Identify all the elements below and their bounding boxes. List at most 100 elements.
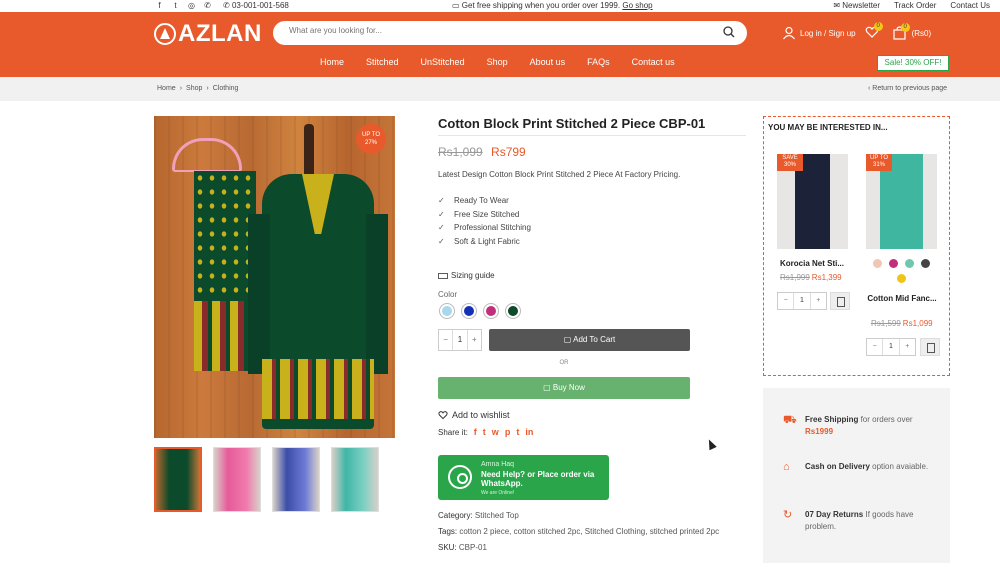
- share-tumblr-icon[interactable]: t: [516, 427, 519, 437]
- color-label: Color: [438, 290, 458, 299]
- save-badge: SAVE 30%: [777, 154, 803, 171]
- related-product-2-title[interactable]: Cotton Mid Fanc...: [859, 293, 945, 305]
- perk-free-shipping: ⛟ Free Shipping for orders over Rs1999: [783, 414, 913, 436]
- breadcrumb-bar: Home › Shop › Clothing ‹ Return to previou…: [0, 77, 1000, 101]
- wishlist-count-badge: 0: [873, 22, 883, 31]
- share-pinterest-icon[interactable]: p: [505, 427, 511, 437]
- go-shop-link[interactable]: Go shop: [622, 1, 652, 10]
- qty-value[interactable]: 1: [452, 330, 468, 350]
- sale-button[interactable]: Sale! 30% OFF!: [877, 55, 949, 71]
- social-links: f t ◎ ✆: [155, 1, 212, 10]
- breadcrumb-shop[interactable]: Shop: [186, 85, 202, 92]
- buy-now-button[interactable]: ▢ Buy Now: [438, 377, 690, 399]
- search-input[interactable]: [289, 26, 689, 35]
- shipping-notice: ▭ Get free shipping when you order over …: [452, 1, 653, 10]
- bag-icon: ▢: [563, 335, 574, 344]
- share-facebook-icon[interactable]: f: [474, 427, 477, 437]
- product-tags: Tags: cotton 2 piece, cotton stitched 2p…: [438, 527, 720, 536]
- search-icon[interactable]: [723, 26, 735, 38]
- qty-minus-button[interactable]: −: [867, 339, 882, 355]
- related-1-quantity-stepper: − 1 +: [777, 292, 827, 310]
- nav-about[interactable]: About us: [530, 57, 566, 67]
- color-swatch-magenta[interactable]: [484, 304, 498, 318]
- whatsapp-help-button[interactable]: Amna Haq Need Help? or Place order via W…: [438, 455, 609, 500]
- perk-cash-on-delivery: ⌂ Cash on Delivery option avaiable.: [783, 461, 929, 473]
- nav-stitched[interactable]: Stitched: [366, 57, 399, 67]
- whatsapp-message: Need Help? or Place order via WhatsApp.: [481, 470, 595, 488]
- wishlist-button[interactable]: 0: [865, 22, 883, 41]
- product-title: Cotton Block Print Stitched 2 Piece CBP-…: [438, 116, 706, 131]
- qty-minus-button[interactable]: −: [778, 293, 793, 309]
- add-to-wishlist-link[interactable]: Add to wishlist: [438, 410, 510, 420]
- qty-plus-button[interactable]: +: [900, 339, 915, 355]
- product-price: Rs1,099 Rs799: [438, 145, 526, 159]
- ruler-icon: [438, 272, 448, 279]
- related-2-swatch-yellow[interactable]: [897, 274, 906, 283]
- related-1-add-cart-icon[interactable]: [830, 292, 850, 310]
- related-product-1-title[interactable]: Korocia Net Sti...: [769, 259, 855, 268]
- cart-total: (Rs0): [911, 28, 932, 38]
- add-to-cart-button[interactable]: ▢ Add To Cart: [489, 329, 690, 351]
- newsletter-link[interactable]: ✉ Newsletter: [833, 1, 880, 10]
- qty-plus-button[interactable]: +: [811, 293, 826, 309]
- feature-item: ✓ Free Size Stitched: [438, 209, 520, 219]
- color-swatch-green[interactable]: [506, 304, 520, 318]
- quantity-stepper: − 1 +: [438, 329, 482, 351]
- thumbnail-4[interactable]: [331, 447, 379, 512]
- tags-links[interactable]: cotton 2 piece, cotton stitched 2pc, Sti…: [459, 527, 719, 536]
- category-link[interactable]: Stitched Top: [475, 511, 519, 520]
- header-actions: Log in / Sign up 0 0 (Rs0): [782, 22, 932, 41]
- breadcrumb-home[interactable]: Home: [157, 85, 176, 92]
- related-2-swatch-magenta[interactable]: [889, 259, 898, 268]
- related-2-swatch-dark[interactable]: [921, 259, 930, 268]
- share-twitter-icon[interactable]: t: [483, 427, 486, 437]
- heart-icon: [438, 411, 448, 420]
- nav-contact[interactable]: Contact us: [632, 57, 675, 67]
- share-row: Share it: f t w p t in: [438, 427, 534, 437]
- check-icon: ✓: [438, 236, 445, 246]
- sale-price: Rs799: [491, 145, 526, 159]
- product-sku: SKU: CBP-01: [438, 543, 487, 552]
- related-2-swatch-teal[interactable]: [905, 259, 914, 268]
- breadcrumb-clothing[interactable]: Clothing: [213, 85, 239, 92]
- user-icon: [783, 26, 795, 40]
- qty-minus-button[interactable]: −: [439, 330, 452, 350]
- twitter-icon[interactable]: t: [171, 1, 180, 10]
- return-link[interactable]: ‹ Return to previous page: [868, 85, 947, 92]
- whatsapp-agent: Amna Haq: [481, 461, 515, 468]
- share-linkedin-icon[interactable]: in: [525, 427, 533, 437]
- color-swatch-blue[interactable]: [462, 304, 476, 318]
- facebook-icon[interactable]: f: [155, 1, 164, 10]
- nav-faqs[interactable]: FAQs: [587, 57, 610, 67]
- nav-shop[interactable]: Shop: [487, 57, 508, 67]
- breadcrumb: Home › Shop › Clothing: [157, 85, 239, 92]
- instagram-icon[interactable]: ◎: [187, 1, 196, 10]
- thumbnail-1[interactable]: [154, 447, 202, 512]
- check-icon: ✓: [438, 196, 445, 206]
- sizing-guide-link[interactable]: Sizing guide: [438, 271, 495, 280]
- related-2-add-cart-icon[interactable]: [920, 338, 940, 356]
- contact-us-link[interactable]: Contact Us: [950, 1, 990, 10]
- color-swatch-light-blue[interactable]: [440, 304, 454, 318]
- whatsapp-icon[interactable]: ✆: [203, 1, 212, 10]
- qty-plus-button[interactable]: +: [468, 330, 481, 350]
- check-icon: ✓: [438, 209, 445, 219]
- track-order-link[interactable]: Track Order: [894, 1, 936, 10]
- whatsapp-status: We are Online!: [481, 490, 515, 496]
- product-main-image[interactable]: [154, 116, 395, 438]
- product-category: Category: Stitched Top: [438, 511, 519, 520]
- logo[interactable]: AZLAN: [154, 20, 262, 48]
- related-2-swatch-peach[interactable]: [873, 259, 882, 268]
- product-thumbnails: [154, 447, 379, 512]
- login-link[interactable]: Log in / Sign up: [782, 26, 856, 40]
- thumbnail-3[interactable]: [272, 447, 320, 512]
- bag-icon: ▢: [543, 383, 553, 392]
- whatsapp-icon: [448, 465, 472, 489]
- nav-unstitched[interactable]: UnStitched: [421, 57, 465, 67]
- nav-home[interactable]: Home: [320, 57, 344, 67]
- old-price: Rs1,099: [438, 145, 483, 159]
- thumbnail-2[interactable]: [213, 447, 261, 512]
- upto-badge: UP TO 31%: [866, 154, 892, 171]
- share-whatsapp-icon[interactable]: w: [492, 427, 499, 437]
- cart-button[interactable]: 0 (Rs0): [893, 23, 932, 40]
